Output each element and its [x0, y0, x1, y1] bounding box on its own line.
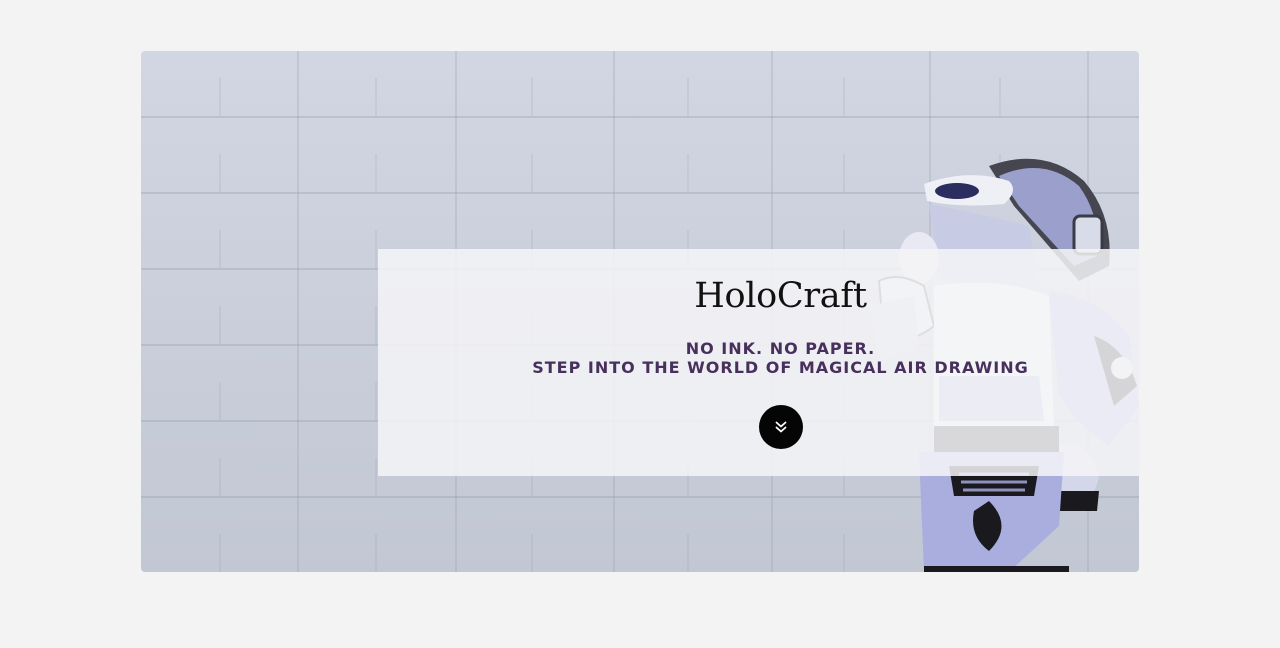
- hero-card: HoloCraft NO INK. NO PAPER. STEP INTO TH…: [378, 249, 1139, 476]
- double-chevron-down-icon: [775, 421, 787, 433]
- tagline-line-1: NO INK. NO PAPER.: [685, 339, 876, 358]
- brand-title: HoloCraft: [694, 276, 867, 316]
- tagline-line-2: STEP INTO THE WORLD OF MAGICAL AIR DRAWI…: [532, 358, 1029, 377]
- hero-tagline: NO INK. NO PAPER. STEP INTO THE WORLD OF…: [378, 339, 1139, 377]
- hero-banner: HoloCraft NO INK. NO PAPER. STEP INTO TH…: [141, 51, 1139, 572]
- scroll-down-button[interactable]: [759, 405, 803, 449]
